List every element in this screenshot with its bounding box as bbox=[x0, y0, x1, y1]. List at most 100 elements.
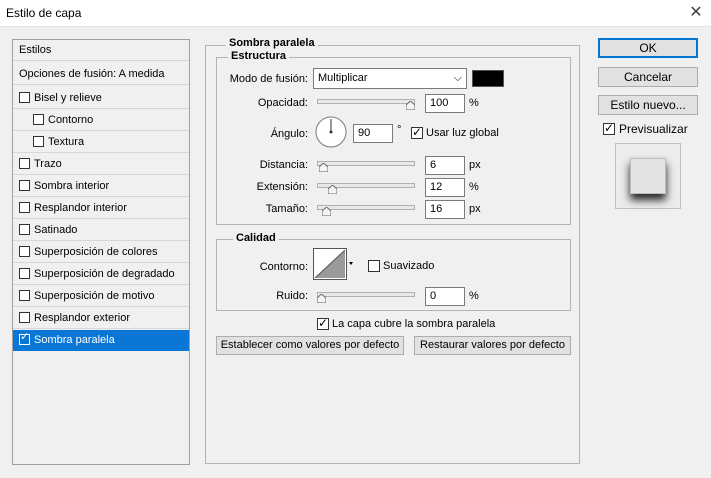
quality-title: Calidad bbox=[233, 232, 279, 244]
style-item-label: Superposición de motivo bbox=[34, 290, 155, 302]
style-item-checkbox[interactable] bbox=[19, 224, 30, 235]
global-light-checkbox[interactable]: ✓ bbox=[411, 125, 423, 139]
checkmark-icon: ✓ bbox=[20, 331, 30, 343]
style-item-checkbox[interactable] bbox=[33, 114, 44, 125]
style-item-label: Resplandor exterior bbox=[34, 312, 130, 324]
opacity-input[interactable]: 100 bbox=[425, 94, 465, 113]
spread-label: Extensión: bbox=[256, 181, 308, 193]
style-item-checkbox[interactable] bbox=[19, 312, 30, 323]
angle-unit: ° bbox=[397, 124, 402, 136]
size-slider-thumb[interactable] bbox=[321, 206, 332, 219]
structure-title: Estructura bbox=[228, 50, 290, 62]
style-item-label: Superposición de colores bbox=[34, 246, 158, 258]
blend-mode-label: Modo de fusión: bbox=[229, 73, 308, 85]
style-item-checkbox[interactable] bbox=[19, 246, 30, 257]
style-item[interactable]: Textura bbox=[13, 132, 189, 153]
close-icon[interactable]: ✕ bbox=[686, 3, 706, 23]
style-item-checkbox[interactable] bbox=[19, 158, 30, 169]
blend-mode-value: Multiplicar bbox=[318, 72, 368, 84]
make-default-button[interactable]: Establecer como valores por defecto bbox=[216, 336, 404, 355]
ok-button[interactable]: OK bbox=[598, 38, 698, 58]
distance-input[interactable]: 6 bbox=[425, 156, 465, 175]
checkmark-icon: ✓ bbox=[318, 316, 329, 330]
style-item[interactable]: ✓ Sombra paralela bbox=[13, 330, 189, 351]
size-input[interactable]: 16 bbox=[425, 200, 465, 219]
spread-slider-thumb[interactable] bbox=[327, 184, 338, 197]
reset-default-button[interactable]: Restaurar valores por defecto bbox=[414, 336, 571, 355]
style-item-checkbox[interactable] bbox=[19, 290, 30, 301]
distance-label: Distancia: bbox=[259, 159, 308, 171]
style-item[interactable]: Satinado bbox=[13, 220, 189, 241]
chevron-down-icon: ⌵ bbox=[453, 72, 462, 84]
preview-label: Previsualizar bbox=[619, 122, 688, 136]
blend-options-item[interactable]: Opciones de fusión: A medida bbox=[13, 64, 189, 85]
style-item-label: Sombra paralela bbox=[34, 334, 115, 346]
size-label: Tamaño: bbox=[265, 203, 308, 215]
style-preview bbox=[615, 143, 681, 209]
style-item-checkbox[interactable] bbox=[19, 92, 30, 103]
shadow-color-swatch[interactable] bbox=[472, 70, 504, 87]
size-unit: px bbox=[469, 203, 481, 215]
style-item-checkbox[interactable] bbox=[19, 180, 30, 191]
title-bar bbox=[0, 0, 711, 26]
distance-slider-thumb[interactable] bbox=[318, 162, 329, 175]
style-item-label: Sombra interior bbox=[34, 180, 110, 192]
styles-header[interactable]: Estilos bbox=[13, 40, 189, 61]
opacity-slider[interactable] bbox=[317, 99, 415, 104]
style-item-checkbox[interactable] bbox=[19, 268, 30, 279]
style-item[interactable]: Sombra interior bbox=[13, 176, 189, 197]
opacity-label: Opacidad: bbox=[257, 97, 308, 109]
new-style-button[interactable]: Estilo nuevo... bbox=[598, 95, 698, 115]
distance-slider[interactable] bbox=[317, 161, 415, 166]
checkmark-icon: ✓ bbox=[412, 125, 423, 139]
size-slider[interactable] bbox=[317, 205, 415, 210]
contour-label: Contorno: bbox=[259, 261, 308, 273]
style-item-label: Satinado bbox=[34, 224, 78, 236]
style-item-checkbox[interactable] bbox=[19, 202, 30, 213]
styles-list: Estilos Opciones de fusión: A medida Bis… bbox=[12, 39, 190, 465]
preview-swatch bbox=[630, 158, 666, 194]
style-item-label: Bisel y relieve bbox=[34, 92, 102, 104]
cancel-button[interactable]: Cancelar bbox=[598, 67, 698, 87]
noise-slider[interactable] bbox=[317, 292, 415, 297]
angle-input[interactable]: 90 bbox=[353, 124, 393, 143]
style-item[interactable]: Superposición de motivo bbox=[13, 286, 189, 307]
global-light-label: Usar luz global bbox=[426, 127, 499, 139]
opacity-unit: % bbox=[469, 97, 479, 109]
checkmark-icon: ✓ bbox=[604, 121, 615, 135]
noise-label: Ruido: bbox=[276, 290, 308, 302]
contour-picker[interactable] bbox=[313, 248, 355, 280]
noise-slider-thumb[interactable] bbox=[316, 293, 327, 306]
style-item-checkbox[interactable] bbox=[33, 136, 44, 147]
panel-title: Sombra paralela bbox=[226, 37, 318, 49]
noise-input[interactable]: 0 bbox=[425, 287, 465, 306]
spread-unit: % bbox=[469, 181, 479, 193]
style-item[interactable]: Contorno bbox=[13, 110, 189, 131]
style-item-label: Contorno bbox=[48, 114, 94, 126]
spread-input[interactable]: 12 bbox=[425, 178, 465, 197]
knockout-checkbox[interactable]: ✓ bbox=[317, 316, 329, 330]
noise-unit: % bbox=[469, 290, 479, 302]
style-item[interactable]: Resplandor interior bbox=[13, 198, 189, 219]
window-title: Estilo de capa bbox=[6, 6, 82, 20]
opacity-slider-thumb[interactable] bbox=[405, 100, 416, 113]
antialias-label: Suavizado bbox=[383, 260, 435, 272]
style-item-checkbox[interactable]: ✓ bbox=[19, 331, 30, 345]
angle-dial[interactable] bbox=[315, 116, 347, 148]
style-item-label: Trazo bbox=[34, 158, 62, 170]
style-item[interactable]: Trazo bbox=[13, 154, 189, 175]
style-item-label: Textura bbox=[48, 136, 85, 148]
style-item[interactable]: Bisel y relieve bbox=[13, 88, 189, 109]
style-item[interactable]: Superposición de colores bbox=[13, 242, 189, 263]
angle-label: Ángulo: bbox=[270, 128, 308, 140]
style-item[interactable]: Resplandor exterior bbox=[13, 308, 189, 329]
style-item-label: Superposición de degradado bbox=[34, 268, 175, 280]
style-item-label: Resplandor interior bbox=[34, 202, 127, 214]
knockout-label: La capa cubre la sombra paralela bbox=[332, 318, 496, 330]
style-item[interactable]: Superposición de degradado bbox=[13, 264, 189, 285]
blend-mode-select[interactable]: Multiplicar ⌵ bbox=[313, 68, 467, 89]
preview-checkbox[interactable]: ✓ bbox=[603, 121, 615, 135]
title-separator bbox=[0, 26, 711, 27]
distance-unit: px bbox=[469, 159, 481, 171]
antialias-checkbox[interactable] bbox=[368, 260, 380, 272]
